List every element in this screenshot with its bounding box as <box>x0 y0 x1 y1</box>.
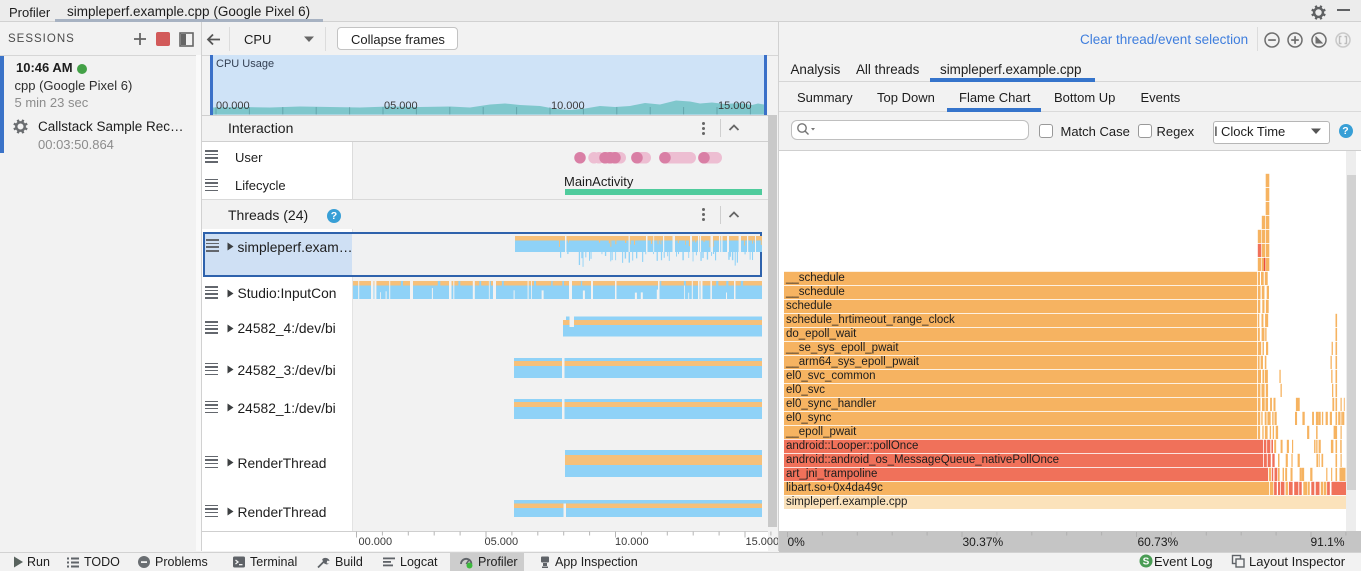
svg-text:S: S <box>1143 556 1150 567</box>
